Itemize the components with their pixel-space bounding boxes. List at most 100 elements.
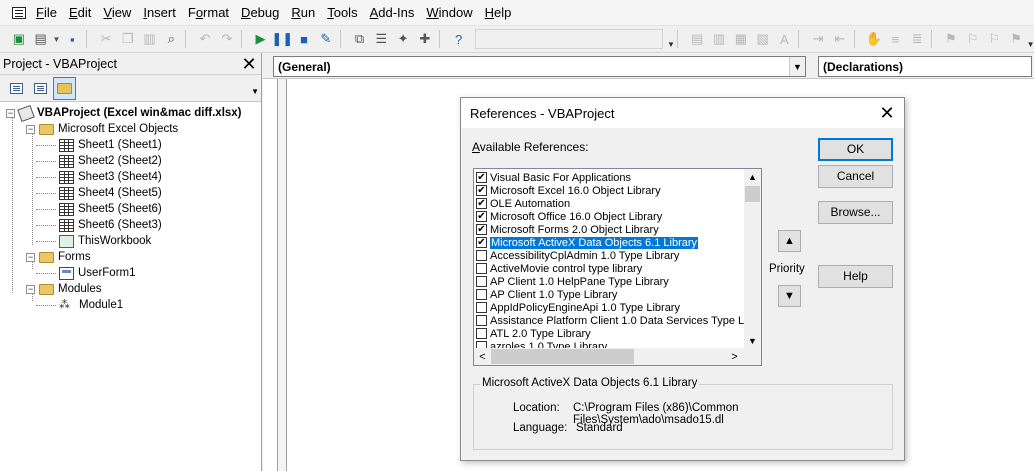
menu-item[interactable]: Format: [184, 0, 237, 26]
toggle-bookmark-icon[interactable]: ⚑: [940, 28, 962, 50]
priority-up-button[interactable]: ▲: [778, 230, 801, 252]
reference-checkbox[interactable]: [476, 276, 487, 287]
insert-userform-icon[interactable]: ▤: [30, 28, 52, 50]
reference-list-item[interactable]: AP Client 1.0 HelpPane Type Library: [476, 275, 744, 288]
reference-list-item[interactable]: Assistance Platform Client 1.0 Data Serv…: [476, 314, 753, 327]
menu-item[interactable]: Help: [481, 0, 520, 26]
parameter-info-icon[interactable]: ▧: [752, 28, 774, 50]
collapse-icon[interactable]: −: [26, 252, 35, 262]
help-button[interactable]: Help: [818, 265, 893, 288]
reference-checkbox[interactable]: [476, 315, 487, 326]
paste-icon[interactable]: ▥: [139, 28, 161, 50]
collapse-icon[interactable]: −: [6, 108, 15, 118]
reference-checkbox[interactable]: [476, 289, 487, 300]
toolbar-overflow-chevron-icon[interactable]: ▼: [667, 29, 675, 49]
comment-block-icon[interactable]: ≡: [884, 28, 906, 50]
reference-checkbox[interactable]: ✔: [476, 211, 487, 222]
view-excel-icon[interactable]: ▣: [8, 28, 30, 50]
reference-list-item[interactable]: AccessibilityCplAdmin 1.0 Type Library: [476, 249, 744, 262]
tree-node-sheet[interactable]: Sheet3 (Sheet4): [59, 169, 162, 185]
menu-item[interactable]: Insert: [139, 0, 184, 26]
reference-checkbox[interactable]: ✔: [476, 224, 487, 235]
ok-button[interactable]: OK: [818, 138, 893, 161]
tree-node-sheet[interactable]: Sheet5 (Sheet6): [59, 201, 162, 217]
object-combo[interactable]: (General) ▼: [273, 56, 806, 77]
quick-info-icon[interactable]: ▦: [730, 28, 752, 50]
menu-item[interactable]: Window: [422, 0, 480, 26]
menu-item[interactable]: File: [32, 0, 65, 26]
reference-list-item[interactable]: ✔ Visual Basic For Applications: [476, 171, 744, 184]
complete-word-icon[interactable]: A: [774, 28, 796, 50]
clear-bookmarks-icon[interactable]: ⚑: [1005, 28, 1027, 50]
view-object-button[interactable]: [29, 77, 52, 100]
tree-node-sheet[interactable]: Sheet6 (Sheet3): [59, 217, 162, 233]
copy-icon[interactable]: ❐: [117, 28, 139, 50]
reset-icon[interactable]: ■: [293, 28, 315, 50]
object-browser-icon[interactable]: ✦: [392, 28, 414, 50]
scroll-right-icon[interactable]: >: [726, 351, 743, 363]
cut-icon[interactable]: ✂: [95, 28, 117, 50]
uncomment-block-icon[interactable]: ≣: [906, 28, 928, 50]
reference-list-item[interactable]: AP Client 1.0 Type Library: [476, 288, 744, 301]
reference-list-item[interactable]: AppIdPolicyEngineApi 1.0 Type Library: [476, 301, 744, 314]
reference-list-item[interactable]: ✔ Microsoft Office 16.0 Object Library: [476, 210, 744, 223]
reference-list-item[interactable]: ✔ Microsoft Forms 2.0 Object Library: [476, 223, 744, 236]
reference-list-item[interactable]: ATL 2.0 Type Library: [476, 327, 744, 340]
procedure-combo[interactable]: (Declarations): [818, 56, 1032, 77]
indent-icon[interactable]: ⇥: [807, 28, 829, 50]
close-icon[interactable]: ✕: [876, 102, 898, 124]
chevron-down-icon[interactable]: ▼: [789, 57, 805, 76]
scroll-left-icon[interactable]: <: [474, 351, 491, 363]
run-icon[interactable]: ▶: [250, 28, 272, 50]
reference-checkbox[interactable]: [476, 250, 487, 261]
reference-checkbox[interactable]: [476, 302, 487, 313]
menu-item[interactable]: Debug: [237, 0, 287, 26]
insert-dropdown-icon[interactable]: ▼: [52, 28, 62, 50]
scroll-up-icon[interactable]: ▲: [744, 169, 761, 186]
list-properties-icon[interactable]: ▤: [686, 28, 708, 50]
save-icon[interactable]: ▪: [61, 28, 83, 50]
collapse-icon[interactable]: −: [26, 124, 35, 134]
toolbox-icon[interactable]: ✚: [414, 28, 436, 50]
reference-checkbox[interactable]: ✔: [476, 185, 487, 196]
reference-list-item[interactable]: ActiveMovie control type library: [476, 262, 744, 275]
priority-down-button[interactable]: ▼: [778, 285, 801, 307]
tree-node-modules[interactable]: − Modules: [26, 281, 101, 297]
tree-node-thisworkbook[interactable]: ThisWorkbook: [59, 233, 151, 249]
break-icon[interactable]: ❚❚: [271, 28, 293, 50]
references-listbox[interactable]: ✔ Visual Basic For Applications ✔ Microsoft…: [473, 168, 762, 366]
reference-checkbox[interactable]: ✔: [476, 237, 487, 248]
collapse-icon[interactable]: −: [26, 284, 35, 294]
tree-node-vbaproject[interactable]: − VBAProject (Excel win&mac diff.xlsx): [6, 104, 242, 122]
scrollbar-thumb[interactable]: [745, 186, 760, 202]
vertical-scrollbar[interactable]: ▲ ▼: [744, 169, 761, 350]
reference-list-item[interactable]: ✔ OLE Automation: [476, 197, 744, 210]
toggle-folders-button[interactable]: [53, 76, 76, 100]
list-constants-icon[interactable]: ▥: [708, 28, 730, 50]
tree-node-userform[interactable]: UserForm1: [59, 265, 136, 281]
toggle-breakpoint-icon[interactable]: ✋: [863, 28, 885, 50]
outdent-icon[interactable]: ⇤: [829, 28, 851, 50]
find-icon[interactable]: ⌕: [160, 28, 182, 50]
code-margin-indicator-bar[interactable]: [277, 79, 287, 471]
scrollbar-thumb[interactable]: [491, 349, 634, 364]
properties-window-icon[interactable]: ☰: [370, 28, 392, 50]
reference-checkbox[interactable]: ✔: [476, 172, 487, 183]
tree-node-excel-objects[interactable]: − Microsoft Excel Objects: [26, 121, 178, 137]
undo-icon[interactable]: ↶: [194, 28, 216, 50]
tree-node-sheet[interactable]: Sheet4 (Sheet5): [59, 185, 162, 201]
view-code-button[interactable]: [5, 77, 28, 100]
menu-item[interactable]: Tools: [323, 0, 365, 26]
vbe-app-icon[interactable]: [12, 6, 26, 19]
reference-list-item[interactable]: ✔ Microsoft Excel 16.0 Object Library: [476, 184, 744, 197]
redo-icon[interactable]: ↷: [216, 28, 238, 50]
tree-node-sheet[interactable]: Sheet2 (Sheet2): [59, 153, 162, 169]
horizontal-scrollbar[interactable]: < >: [474, 348, 761, 365]
design-mode-icon[interactable]: ✎: [315, 28, 337, 50]
menu-item[interactable]: View: [99, 0, 139, 26]
chevron-down-icon[interactable]: ▼: [251, 87, 259, 96]
tree-node-sheet[interactable]: Sheet1 (Sheet1): [59, 137, 162, 153]
tree-node-module[interactable]: ⁂ Module1: [59, 297, 123, 313]
help-icon[interactable]: ?: [448, 28, 470, 50]
menu-item[interactable]: Edit: [65, 0, 99, 26]
